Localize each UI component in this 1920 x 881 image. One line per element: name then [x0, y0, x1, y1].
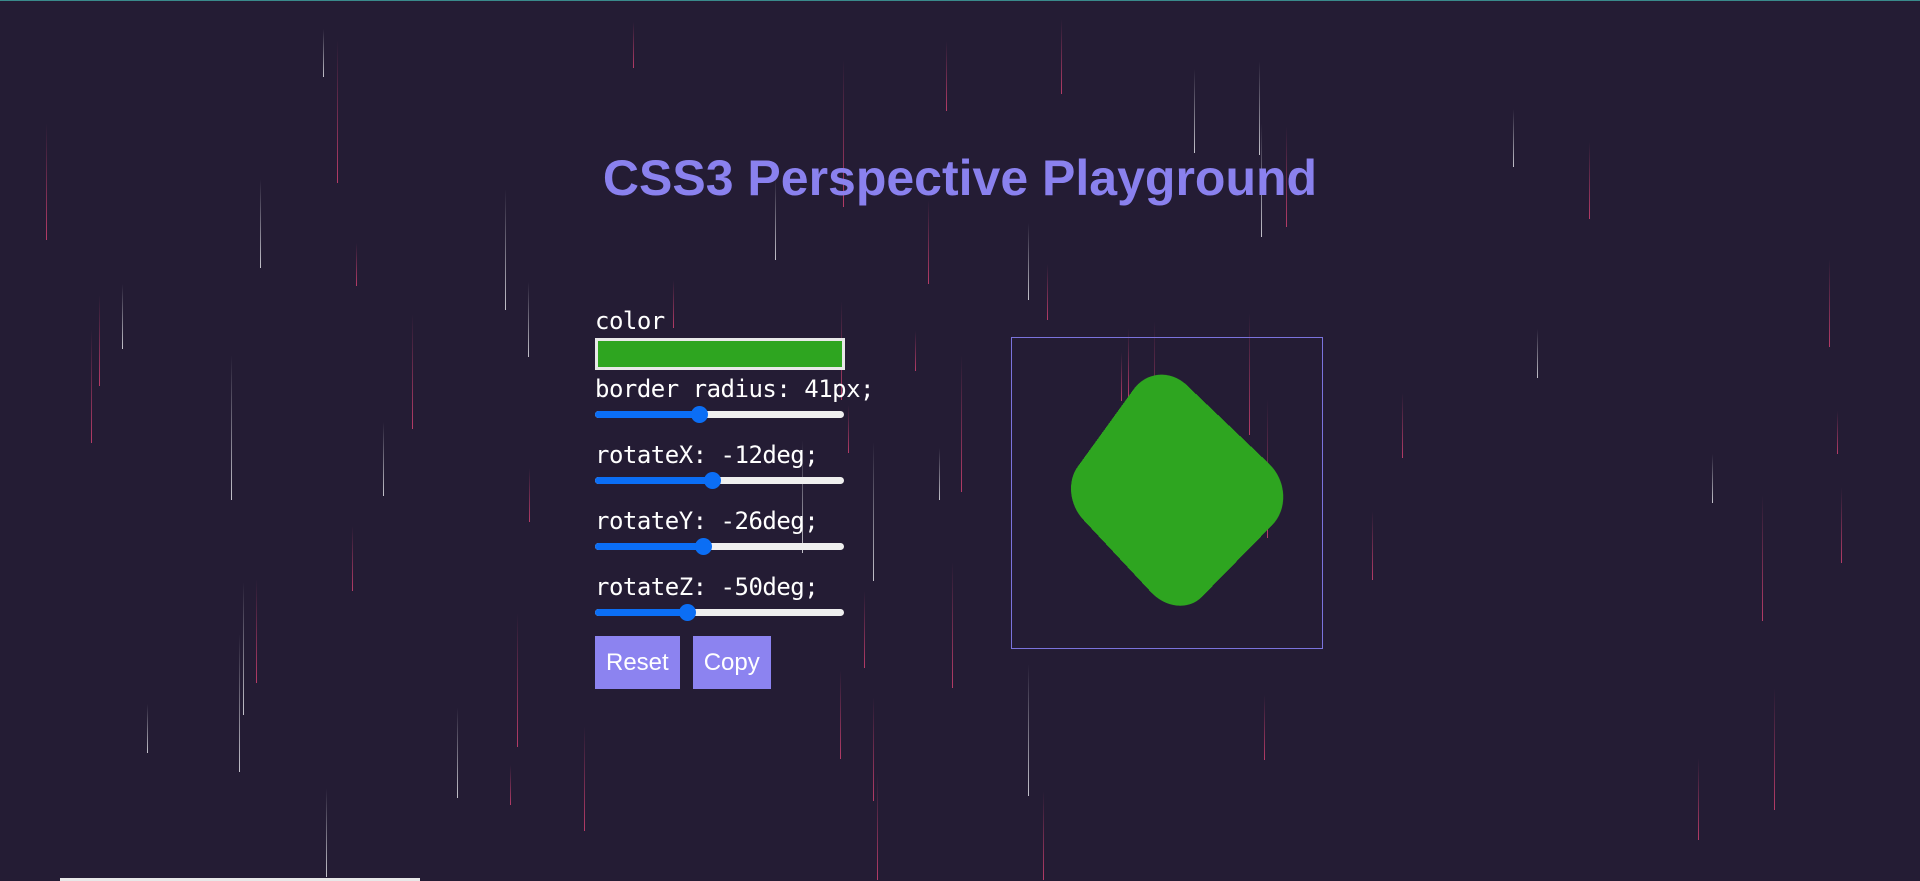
rain-streak	[231, 355, 232, 500]
rain-streak	[528, 282, 529, 357]
slider-thumb[interactable]	[695, 538, 712, 555]
slider-thumb[interactable]	[679, 604, 696, 621]
rain-streak	[352, 526, 353, 591]
rain-streak	[243, 582, 244, 715]
rain-streak	[1402, 393, 1403, 458]
rotate-z-label: rotateZ: -50deg;	[595, 573, 819, 601]
rain-streak	[412, 314, 413, 429]
rain-streak	[1774, 688, 1775, 810]
rain-streak	[326, 788, 327, 877]
reset-button[interactable]: Reset	[595, 636, 680, 689]
rain-streak	[1829, 259, 1830, 347]
rain-streak	[1537, 329, 1538, 378]
rain-streak	[457, 707, 458, 798]
rain-streak	[529, 468, 530, 522]
rain-streak	[99, 295, 100, 386]
rain-streak	[1047, 264, 1048, 320]
rain-streak	[1043, 791, 1044, 880]
slider-thumb[interactable]	[704, 472, 721, 489]
rain-streak	[877, 773, 878, 880]
rain-streak	[517, 613, 518, 747]
rain-streak	[1194, 69, 1195, 153]
rain-streak	[91, 329, 92, 443]
rain-streak	[1028, 664, 1029, 796]
slider-thumb[interactable]	[691, 406, 708, 423]
rotate-z-slider[interactable]	[595, 604, 844, 621]
rotate-x-slider[interactable]	[595, 472, 844, 489]
border-radius-slider[interactable]	[595, 406, 844, 423]
border-radius-label: border radius: 41px;	[595, 375, 874, 403]
rain-streak	[383, 422, 384, 496]
rotate-y-slider[interactable]	[595, 538, 844, 555]
slider-fill	[595, 543, 703, 550]
rain-streak	[323, 29, 324, 77]
rain-streak	[961, 355, 962, 492]
color-picker[interactable]	[595, 338, 845, 370]
rain-streak	[1264, 695, 1265, 760]
rotate-y-label: rotateY: -26deg;	[595, 507, 819, 535]
rain-streak	[1712, 454, 1713, 503]
slider-fill	[595, 609, 687, 616]
rain-streak	[928, 200, 929, 284]
button-group: Reset Copy	[595, 636, 915, 689]
slider-fill	[595, 477, 712, 484]
rain-streak	[915, 331, 916, 371]
rain-streak	[239, 634, 240, 772]
rain-streak	[584, 726, 585, 831]
rain-streak	[1372, 511, 1373, 580]
rain-streak	[147, 704, 148, 753]
rain-streak	[256, 579, 257, 683]
rain-streak	[122, 284, 123, 349]
rain-streak	[1837, 411, 1838, 454]
rain-streak	[939, 448, 940, 500]
rain-streak	[1061, 19, 1062, 94]
top-border-line	[0, 0, 1920, 1]
rain-streak	[1698, 758, 1699, 840]
rain-streak	[1028, 223, 1029, 300]
controls-panel: color border radius: 41px; rotateX: -12d…	[595, 306, 915, 689]
rain-streak	[952, 562, 953, 688]
rain-streak	[1762, 495, 1763, 621]
page-title: CSS3 Perspective Playground	[602, 150, 1318, 206]
rain-streak	[356, 243, 357, 286]
slider-fill	[595, 411, 699, 418]
color-label: color	[595, 307, 665, 335]
rotate-x-label: rotateX: -12deg;	[595, 441, 819, 469]
rain-streak	[946, 41, 947, 111]
copy-button[interactable]: Copy	[692, 636, 771, 689]
rain-streak	[1841, 487, 1842, 563]
rain-streak	[1259, 61, 1260, 155]
rain-streak	[510, 765, 511, 805]
preview-stage	[1011, 337, 1323, 649]
rain-streak	[873, 697, 874, 801]
preview-shape	[1058, 356, 1302, 622]
rain-streak	[633, 22, 634, 68]
rain-background	[0, 0, 1920, 881]
